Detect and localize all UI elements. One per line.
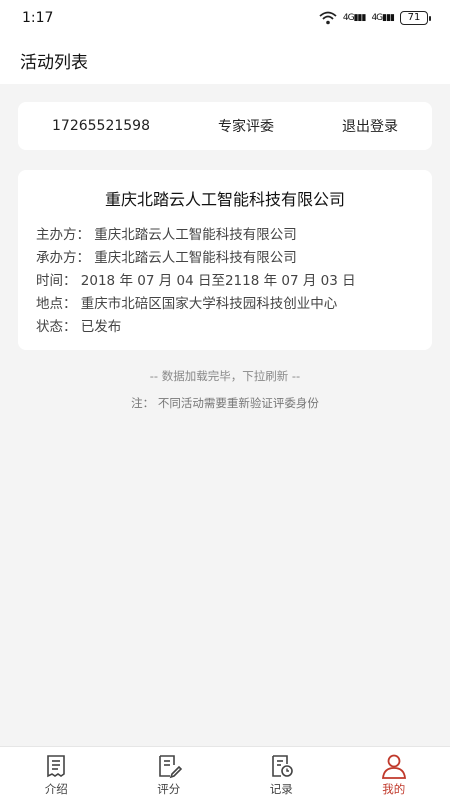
intro-icon: [47, 755, 66, 778]
event-location: 地点： 重庆市北碚区国家大学科技园科技创业中心: [36, 296, 338, 312]
page-title-text: 活动列表: [20, 52, 88, 73]
user-info-card: 17265521598 专家评委 退出登录: [18, 102, 432, 150]
tab-record[interactable]: 记录: [225, 747, 338, 800]
event-organizer: 主办方： 重庆北踏云人工智能科技有限公司: [36, 227, 297, 243]
bottom-tab-bar: 介绍 评分 记录 我的: [0, 746, 450, 800]
logout-button[interactable]: 退出登录: [342, 116, 398, 136]
score-icon: [158, 755, 182, 779]
event-status: 状态： 已发布: [36, 319, 122, 335]
list-end-message: -- 数据加载完毕，下拉刷新 --: [149, 369, 301, 383]
status-icons: 4G▮▮▮ 4G▮▮▮ 71: [319, 11, 431, 25]
event-time: 时间： 2018 年 07 月 04 日至2118 年 07 月 03 日: [36, 273, 356, 289]
record-icon: [272, 755, 294, 777]
wifi-icon: [319, 11, 337, 25]
user-phone: 17265521598: [52, 118, 150, 134]
tab-record-label: 记录: [269, 782, 293, 796]
tab-score[interactable]: 评分: [113, 747, 226, 800]
event-co-organizer: 承办方： 重庆北踏云人工智能科技有限公司: [36, 250, 297, 266]
profile-icon: [381, 754, 406, 779]
note-text: 注： 不同活动需要重新验证评委身份: [131, 396, 319, 410]
status-time: 1:17: [22, 10, 54, 26]
event-title: 重庆北踏云人工智能科技有限公司: [104, 190, 345, 209]
signal-icon: 4G▮▮▮: [371, 13, 395, 23]
signal-icon: 4G▮▮▮: [342, 13, 367, 23]
page-title: 活动列表: [0, 36, 450, 84]
tab-score-label: 评分: [157, 782, 181, 796]
tab-profile[interactable]: 我的: [338, 747, 450, 800]
status-bar: 1:17 4G▮▮▮ 4G▮▮▮ 71: [0, 0, 450, 36]
battery-icon: 71: [400, 11, 431, 25]
tab-intro-label: 介绍: [44, 782, 68, 796]
tab-profile-label: 我的: [382, 782, 406, 796]
tab-intro[interactable]: 介绍: [0, 747, 113, 800]
user-role: 专家评委: [217, 119, 274, 135]
event-card[interactable]: 重庆北踏云人工智能科技有限公司 主办方： 重庆北踏云人工智能科技有限公司 承办方…: [18, 170, 432, 350]
